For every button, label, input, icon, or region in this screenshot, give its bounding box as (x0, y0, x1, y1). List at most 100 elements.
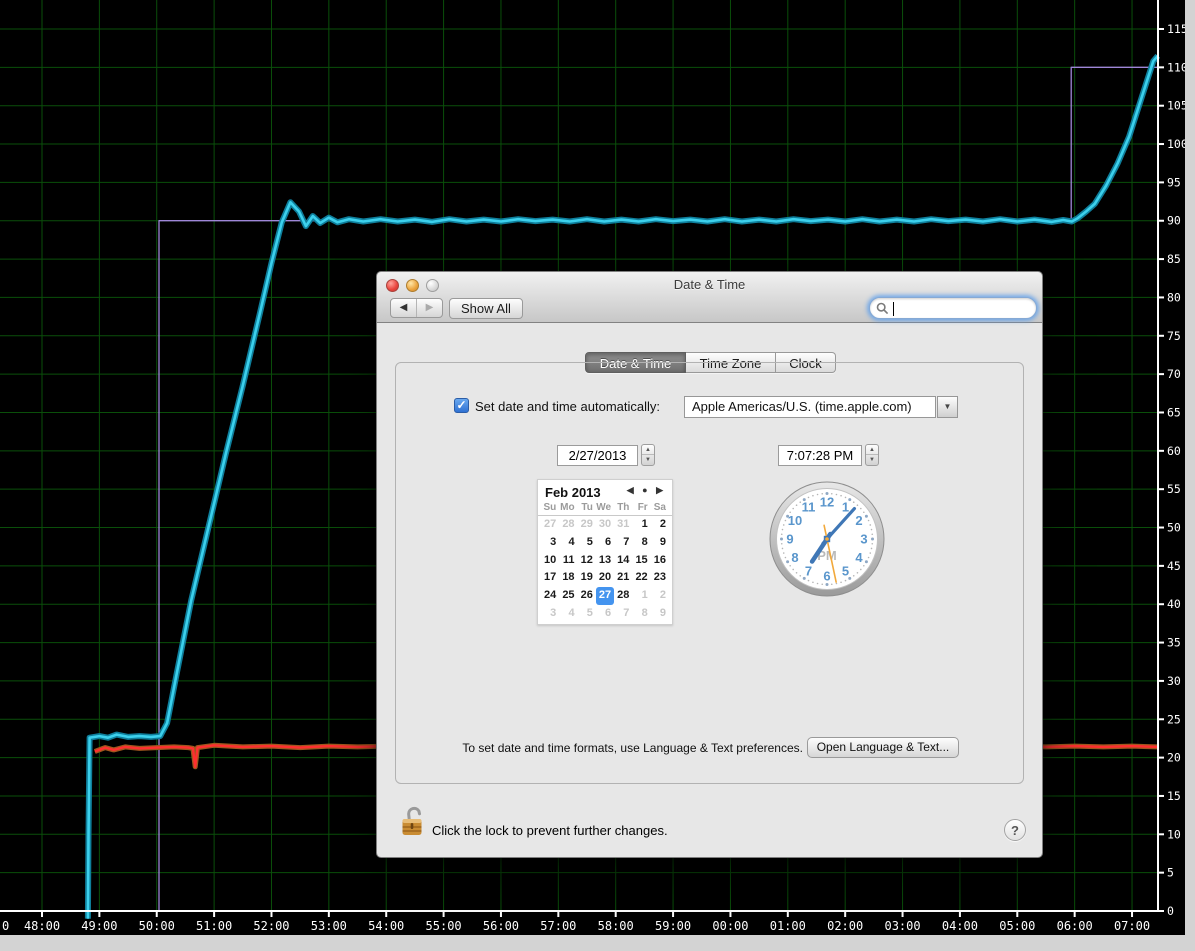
back-button[interactable]: ◀ (391, 299, 417, 317)
calendar-day[interactable]: 8 (632, 605, 650, 623)
search-icon (876, 302, 889, 315)
date-field[interactable]: 2/27/2013 (557, 445, 638, 466)
time-stepper[interactable]: ▲ ▼ (865, 444, 879, 466)
calendar-day[interactable]: 18 (559, 569, 577, 587)
calendar-day[interactable]: 28 (559, 516, 577, 534)
y-tick-label: 80 (1167, 290, 1181, 304)
calendar-day[interactable]: 2 (651, 587, 669, 605)
calendar-day[interactable]: 7 (614, 605, 632, 623)
y-tick-label: 70 (1167, 367, 1181, 381)
x-tick-label: 53:00 (311, 919, 347, 933)
calendar-day[interactable]: 5 (578, 605, 596, 623)
calendar-day[interactable]: 2 (651, 516, 669, 534)
calendar-day[interactable]: 6 (596, 605, 614, 623)
calendar-day[interactable]: 13 (596, 552, 614, 570)
calendar-day[interactable]: 23 (651, 569, 669, 587)
forward-button[interactable]: ▶ (417, 299, 442, 317)
calendar-day[interactable]: 29 (578, 516, 596, 534)
auto-datetime-label: Set date and time automatically: (475, 399, 660, 414)
x-tick-label: 03:00 (884, 919, 920, 933)
clock-tick (821, 583, 824, 586)
calendar-day[interactable]: 3 (541, 605, 559, 623)
calendar-nav-buttons[interactable]: ◀ ● ▶ (627, 485, 666, 496)
calendar-day[interactable]: 19 (578, 569, 596, 587)
clock-numeral: 6 (823, 569, 830, 584)
clock-tick (835, 493, 838, 496)
x-tick-label: 05:00 (999, 919, 1035, 933)
date-stepper[interactable]: ▲ ▼ (641, 444, 655, 466)
calendar-day[interactable]: 4 (559, 534, 577, 552)
formats-note: To set date and time formats, use Langua… (462, 741, 803, 755)
nav-buttons: ◀ ▶ (390, 298, 443, 318)
date-time-window: Date & Time ◀ ▶ Show All Date & Time Tim… (376, 271, 1043, 858)
clock-tick (807, 579, 810, 582)
calendar-day[interactable]: 24 (541, 587, 559, 605)
clock-tick (781, 547, 784, 550)
auto-datetime-checkbox[interactable]: ✓ (454, 398, 469, 413)
clock-tick (816, 582, 819, 585)
calendar-day[interactable]: 7 (614, 534, 632, 552)
clock-numeral: 1 (842, 499, 849, 514)
x-tick-label-partial: 0 (2, 919, 9, 933)
desktop: 48:00 49:00 50:00 51:00 52:00 53:00 54:00 55:00… (0, 0, 1195, 951)
calendar-day[interactable]: 9 (651, 534, 669, 552)
calendar-day[interactable]: 3 (541, 534, 559, 552)
calendar-day[interactable]: 26 (578, 587, 596, 605)
x-tick-label: 49:00 (81, 919, 117, 933)
ntp-server-dropdown-button[interactable]: ▼ (937, 396, 958, 418)
y-tick-label: 55 (1167, 482, 1181, 496)
time-field[interactable]: 7:07:28 PM (778, 445, 862, 466)
unlocked-lock-icon[interactable] (399, 805, 427, 844)
calendar-day[interactable]: 28 (614, 587, 632, 605)
clock-tick (869, 524, 872, 526)
clock-tick (795, 572, 798, 574)
ntp-server-field[interactable]: Apple Americas/U.S. (time.apple.com) (684, 396, 936, 418)
calendar-day-header: Su (543, 502, 557, 513)
y-tick-label: 90 (1167, 214, 1181, 228)
calendar-day[interactable]: 9 (651, 605, 669, 623)
tab-content-pane (395, 362, 1024, 784)
x-tick-label: 50:00 (139, 919, 175, 933)
clock-numeral: 7 (805, 564, 812, 579)
x-tick-label: 48:00 (24, 919, 60, 933)
clock-tick (844, 496, 847, 499)
clock-tick (830, 583, 833, 586)
calendar-day[interactable]: 21 (614, 569, 632, 587)
calendar-day[interactable]: 5 (578, 534, 596, 552)
open-language-text-button[interactable]: Open Language & Text... (807, 737, 959, 758)
window-title: Date & Time (673, 277, 746, 292)
clock-tick (792, 568, 794, 571)
y-tick-label: 20 (1167, 751, 1181, 765)
y-tick-label: 45 (1167, 559, 1181, 573)
calendar-day-selected[interactable]: 27 (595, 587, 615, 605)
clock-tick (780, 537, 783, 541)
calendar-day[interactable]: 12 (578, 552, 596, 570)
calendar-day[interactable]: 11 (559, 552, 577, 570)
help-button[interactable]: ? (1004, 819, 1026, 841)
calendar-day-headers: Su Mo Tu We Th Fr Sa (538, 502, 672, 516)
clock-tick (856, 504, 859, 506)
calendar-day[interactable]: 22 (632, 569, 650, 587)
calendar-day[interactable]: 16 (651, 552, 669, 570)
calendar-day[interactable]: 1 (632, 516, 650, 534)
y-tick-label: 95 (1167, 175, 1181, 189)
calendar-day[interactable]: 8 (632, 534, 650, 552)
calendar-day[interactable]: 31 (614, 516, 632, 534)
calendar-day[interactable]: 4 (559, 605, 577, 623)
calendar-day[interactable]: 14 (614, 552, 632, 570)
search-input[interactable] (869, 297, 1037, 319)
calendar-day[interactable]: 1 (632, 587, 650, 605)
clock-tick (784, 556, 787, 559)
y-tick-label: 25 (1167, 712, 1181, 726)
calendar-day[interactable]: 10 (541, 552, 559, 570)
clock-tick (870, 528, 873, 531)
calendar-day[interactable]: 25 (559, 587, 577, 605)
calendar-day[interactable]: 15 (632, 552, 650, 570)
calendar-day[interactable]: 17 (541, 569, 559, 587)
calendar-day[interactable]: 27 (541, 516, 559, 534)
calendar-day[interactable]: 6 (596, 534, 614, 552)
clock-tick (867, 519, 870, 522)
show-all-button[interactable]: Show All (449, 298, 523, 319)
calendar-day[interactable]: 30 (596, 516, 614, 534)
calendar-day[interactable]: 20 (596, 569, 614, 587)
